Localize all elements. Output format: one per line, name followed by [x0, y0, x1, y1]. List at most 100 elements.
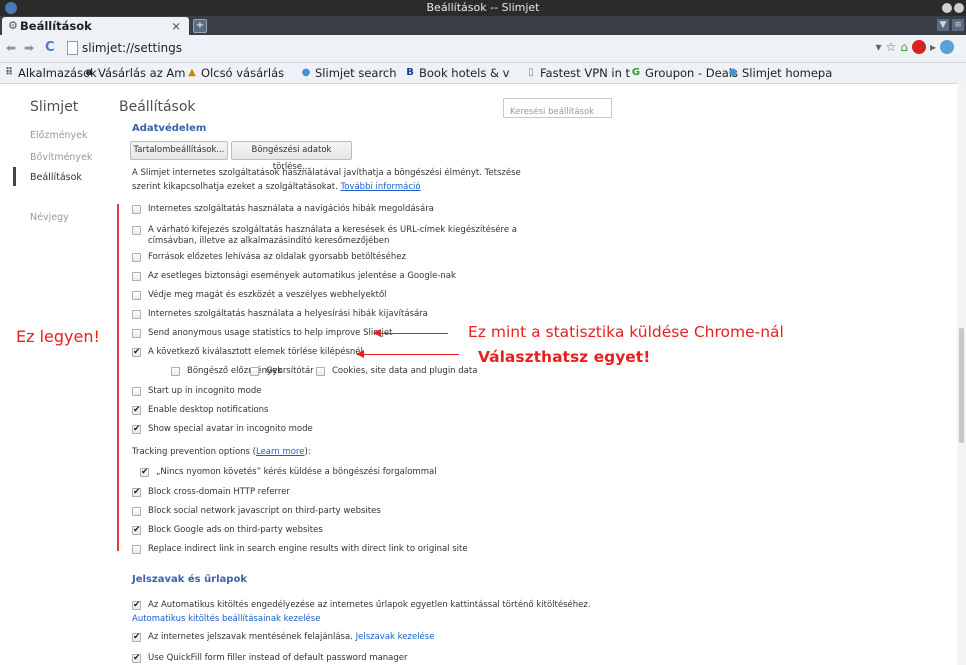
save-passwords-option[interactable]: Az internetes jelszavak mentésének felaj… — [132, 632, 434, 643]
tab-options-icon[interactable]: ≡ — [952, 19, 964, 31]
address-bar[interactable]: slimjet://settings ▾ ☆ ⌂ ▸ — [62, 39, 954, 57]
privacy-option-row[interactable]: Az esetleges biztonsági események automa… — [132, 271, 552, 282]
annotation-choose: Választhatsz egyet! — [478, 348, 651, 366]
tracking-learn-more-link[interactable]: Learn more — [256, 447, 304, 457]
do-not-track-option[interactable]: „Nincs nyomon követés” kérés küldése a b… — [140, 467, 560, 478]
quickfill-checkbox[interactable] — [132, 653, 141, 664]
tracking-option-row[interactable]: Replace indirect link in search engine r… — [132, 544, 552, 555]
bookmark-item[interactable]: a Vásárlás az Am — [83, 66, 186, 80]
close-window-button[interactable] — [954, 3, 964, 13]
quickfill-option[interactable]: Use QuickFill form filler instead of def… — [132, 653, 408, 664]
checkbox[interactable] — [132, 507, 141, 516]
address-text[interactable]: slimjet://settings — [82, 41, 182, 55]
settings-search-input[interactable] — [504, 103, 611, 121]
new-tab-button[interactable]: + — [193, 19, 207, 33]
checkbox[interactable] — [132, 272, 141, 281]
checkbox[interactable] — [316, 367, 325, 376]
privacy-option-row[interactable]: Internetes szolgáltatás használata a hel… — [132, 309, 552, 320]
option-label: Send anonymous usage statistics to help … — [148, 328, 393, 338]
autofill-option[interactable]: Az Automatikus kitöltés engedélyezése az… — [132, 600, 591, 611]
autofill-settings-link[interactable]: Automatikus kitöltés beállításainak keze… — [132, 614, 320, 624]
tracking-option-row[interactable]: Block Google ads on third-party websites — [132, 525, 552, 536]
back-arrow-icon[interactable]: ⬅ — [6, 41, 16, 55]
privacy-option-row[interactable]: Start up in incognito mode — [132, 386, 552, 397]
gear-icon: ⚙ — [8, 19, 18, 32]
bookmarks-bar: ⠿ Alkalmazások a Vásárlás az Am ▲ Olcsó vásár… — [0, 63, 966, 84]
checkbox[interactable] — [140, 467, 149, 478]
slimjet-icon: ● — [728, 67, 738, 78]
bookmark-item[interactable]: B Book hotels & v — [404, 66, 509, 80]
window-controls[interactable] — [942, 3, 964, 13]
menu-arrow-icon[interactable]: ▸ — [930, 40, 936, 54]
sidebar-item-history[interactable]: Előzmények — [30, 130, 88, 141]
save-passwords-checkbox[interactable] — [132, 632, 141, 643]
bookmark-label: Vásárlás az Am — [98, 66, 186, 80]
privacy-option-row[interactable]: Show special avatar in incognito mode — [132, 424, 552, 435]
tab-menu-icon[interactable]: ▼ — [937, 19, 949, 31]
annotation-left: Ez legyen! — [16, 327, 100, 346]
checkbox[interactable] — [132, 226, 141, 235]
sidebar-item-settings[interactable]: Beállítások — [30, 172, 82, 183]
option-label: Védje meg magát és eszközét a veszélyes … — [148, 290, 387, 300]
manage-passwords-link[interactable]: Jelszavak kezelése — [356, 632, 435, 643]
sidebar-item-about[interactable]: Névjegy — [30, 212, 69, 223]
checkbox[interactable] — [132, 253, 141, 262]
star-icon[interactable]: ☆ — [886, 40, 897, 54]
save-passwords-label: Az internetes jelszavak mentésének felaj… — [148, 632, 353, 642]
checkbox[interactable] — [171, 367, 180, 376]
forward-arrow-icon[interactable]: ➡ — [24, 41, 34, 55]
clear-on-exit-option[interactable]: Gyorsítótár — [250, 366, 314, 377]
adblock-icon[interactable] — [911, 40, 926, 54]
checkbox[interactable] — [132, 424, 141, 435]
clear-on-exit-option[interactable]: Cookies, site data and plugin data — [316, 366, 477, 377]
privacy-option-row[interactable]: Források előzetes lehívása az oldalak gy… — [132, 252, 552, 263]
shop-icon: ▲ — [188, 67, 196, 78]
checkbox[interactable] — [132, 291, 141, 300]
bookmark-item[interactable]: ● Slimjet search — [300, 66, 397, 80]
checkbox[interactable] — [132, 205, 141, 214]
dropdown-icon[interactable]: ▾ — [876, 40, 882, 54]
bookmark-label: Slimjet homepa — [742, 66, 833, 80]
privacy-option-row[interactable]: Internetes szolgáltatás használata a nav… — [132, 204, 552, 215]
bookmark-item[interactable]: ▲ Olcsó vásárlás — [186, 66, 284, 80]
extension-icon[interactable] — [940, 40, 954, 54]
option-label: Start up in incognito mode — [148, 386, 262, 396]
scrollbar-thumb[interactable] — [959, 328, 964, 443]
reload-icon[interactable]: C — [45, 40, 55, 55]
tracking-option-row[interactable]: Block social network javascript on third… — [132, 506, 552, 517]
privacy-option-row[interactable]: Enable desktop notifications — [132, 405, 552, 416]
option-label: Enable desktop notifications — [148, 405, 269, 415]
clear-browsing-data-button[interactable]: Böngészési adatok törlése... — [231, 141, 352, 172]
option-label: „Nincs nyomon követés” kérés küldése a b… — [156, 467, 437, 477]
tab-settings[interactable]: ⚙ Beállítások × — [2, 17, 189, 35]
checkbox[interactable] — [132, 387, 141, 396]
autofill-checkbox[interactable] — [132, 600, 141, 611]
tab-close-icon[interactable]: × — [171, 19, 181, 33]
checkbox[interactable] — [132, 329, 141, 338]
more-info-link[interactable]: További információ — [341, 182, 421, 192]
page-scrollbar[interactable] — [957, 83, 966, 665]
checkbox[interactable] — [132, 525, 141, 536]
settings-search[interactable] — [503, 98, 612, 121]
home-icon[interactable]: ⌂ — [900, 40, 908, 54]
bookmark-item[interactable]: G Groupon - Deals — [630, 66, 738, 80]
privacy-option-row[interactable]: Védje meg magát és eszközét a veszélyes … — [132, 290, 552, 301]
privacy-option-row[interactable]: A várható kifejezés szolgáltatás használ… — [132, 225, 552, 247]
checkbox[interactable] — [250, 367, 259, 376]
sidebar-item-extensions[interactable]: Bővítmények — [30, 152, 92, 163]
checkbox[interactable] — [132, 310, 141, 319]
tracking-option-row[interactable]: Block cross-domain HTTP referrer — [132, 487, 552, 498]
option-label: Replace indirect link in search engine r… — [148, 544, 468, 554]
autofill-settings-row: Automatikus kitöltés beállításainak keze… — [132, 614, 320, 624]
checkbox[interactable] — [132, 487, 141, 498]
bookmark-item[interactable]: ● Slimjet homepa — [727, 66, 833, 80]
content-settings-button[interactable]: Tartalombeállítások... — [130, 141, 228, 160]
checkbox[interactable] — [132, 545, 141, 554]
page-icon — [67, 41, 78, 55]
checkbox[interactable] — [132, 347, 141, 358]
tab-strip: ⚙ Beállítások × + ▼ ≡ — [0, 16, 966, 35]
checkbox[interactable] — [132, 405, 141, 416]
window-titlebar: Beállítások -- Slimjet — [0, 0, 966, 16]
minimize-button[interactable] — [942, 3, 952, 13]
bookmark-item[interactable]: ▯ Fastest VPN in t — [525, 66, 630, 80]
